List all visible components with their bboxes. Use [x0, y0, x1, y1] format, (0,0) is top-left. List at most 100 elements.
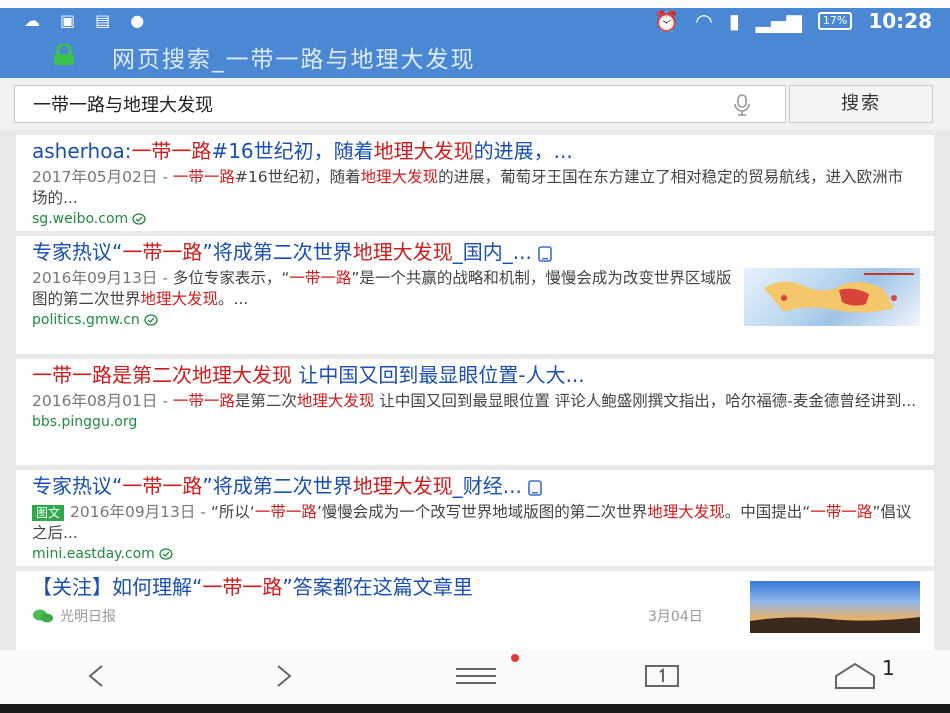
status-bar: ☁ ▣ ▤ ● ⏰ ◠ ▮ ▂▄▆ 17% 10:28	[0, 8, 950, 34]
wifi-icon: ◠	[695, 9, 713, 33]
message-icon: ▣	[60, 11, 76, 30]
result-item[interactable]: 专家热议“一带一路”将成第二次世界地理大发现_国内_... 2016年09月13…	[16, 236, 934, 354]
source-name: 光明日报	[60, 609, 116, 625]
text-segment: 。中国提出“	[724, 503, 811, 521]
highlighted-keyword: 地理大发现	[352, 240, 453, 264]
highlighted-keyword: 地理大发现	[296, 392, 375, 410]
text-segment: ”将成第二次世界	[202, 474, 353, 498]
result-url: mini.eastday.com	[32, 546, 918, 562]
lock-icon	[54, 44, 74, 65]
result-title[interactable]: 专家热议“一带一路”将成第二次世界地理大发现_财经...	[32, 474, 918, 499]
result-url-text: bbs.pinggu.org	[32, 414, 138, 430]
page-title: 网页搜索_一带一路与地理大发现	[112, 47, 476, 73]
highlighted-keyword: 一带一路	[289, 269, 352, 287]
text-segment: 专家热议“	[32, 474, 123, 498]
result-url-text: sg.weibo.com	[32, 211, 129, 227]
result-item[interactable]: asherhoa:一带一路#16世纪初，随着地理大发现的进展，... 2017年…	[16, 135, 934, 231]
text-segment: 让中国又回到最显眼位置-人大...	[292, 363, 585, 387]
menu-icon[interactable]	[452, 660, 500, 692]
alarm-icon: ⏰	[654, 9, 680, 33]
text-segment: 的进展，...	[473, 139, 573, 163]
result-item[interactable]: 专家热议“一带一路”将成第二次世界地理大发现_财经... 图文 2016年09月1…	[16, 470, 934, 566]
result-title[interactable]: 专家热议“一带一路”将成第二次世界地理大发现_国内_...	[32, 240, 918, 265]
result-date: 2017年05月02日 -	[32, 168, 173, 186]
sim-icon: ▮	[728, 9, 740, 33]
result-date: 2016年09月13日 -	[70, 503, 211, 521]
results-list: asherhoa:一带一路#16世纪初，随着地理大发现的进展，... 2017年…	[0, 130, 950, 650]
highlighted-keyword: 一带一路	[810, 503, 873, 521]
result-title[interactable]: asherhoa:一带一路#16世纪初，随着地理大发现的进展，...	[32, 139, 918, 164]
result-snippet: 图文 2016年09月13日 - “所以‘一带一路’慢慢会成为一个改写世界地域版图…	[32, 502, 918, 544]
result-date: 3月04日	[648, 609, 703, 625]
result-date: 2016年09月13日 -	[32, 269, 173, 287]
title-bar: 网页搜索_一带一路与地理大发现	[0, 34, 950, 78]
image-text-badge: 图文	[32, 505, 65, 521]
verified-shield-icon	[144, 314, 158, 326]
sunset-image	[750, 617, 920, 633]
microphone-icon[interactable]	[733, 94, 751, 116]
search-input[interactable]	[31, 92, 715, 115]
result-title[interactable]: 【关注】如何理解“一带一路”答案都在这篇文章里	[32, 575, 732, 600]
result-item[interactable]: 一带一路是第二次地理大发现 让中国又回到最显眼位置-人大... 2016年08月…	[16, 359, 934, 465]
image-icon: ▤	[95, 11, 111, 30]
highlighted-keyword: 地理大发现	[192, 363, 292, 387]
result-title[interactable]: 一带一路是第二次地理大发现 让中国又回到最显眼位置-人大...	[32, 363, 918, 388]
highlighted-keyword: 地理大发现	[140, 290, 219, 308]
result-title-text: 专家热议“一带一路”将成第二次世界地理大发现_财经...	[32, 474, 522, 498]
cloud-icon: ☁	[24, 11, 40, 30]
text-segment: _财经...	[452, 474, 522, 498]
bottom-navigation	[0, 650, 950, 704]
highlighted-keyword: 一带一路	[131, 139, 212, 163]
result-snippet-text: 一带一路是第二次地理大发现 让中国又回到最显眼位置 评论人鲍盛刚撰文指出，哈尔福…	[173, 392, 916, 410]
text-segment: 。...	[218, 290, 249, 308]
text-segment: 让中国又回到最显眼位置 评论人鲍盛刚撰文指出，哈尔福德-麦金德曾经讲到...	[374, 392, 917, 410]
highlighted-keyword: 地理大发现	[360, 168, 439, 186]
verified-shield-icon	[159, 548, 173, 560]
notification-icons: ☁ ▣ ▤ ●	[24, 11, 144, 30]
result-url-text: politics.gmw.cn	[32, 312, 140, 328]
result-url-text: mini.eastday.com	[32, 546, 155, 562]
highlighted-keyword: 地理大发现	[647, 503, 725, 521]
wechat-icon	[33, 609, 53, 623]
result-url: sg.weibo.com	[32, 211, 918, 227]
result-date: 2016年08月01日 -	[32, 392, 173, 410]
text-segment: 专家热议“	[32, 240, 123, 264]
search-button[interactable]: 搜索	[789, 85, 933, 123]
highlighted-keyword: 地理大发现	[373, 139, 474, 163]
status-icons: ⏰ ◠ ▮ ▂▄▆ 17% 10:28	[654, 9, 932, 33]
search-box[interactable]	[14, 85, 786, 123]
bottom-edge	[0, 704, 950, 713]
notification-dot	[511, 654, 519, 662]
forward-icon[interactable]	[262, 660, 302, 692]
highlighted-keyword: 一带一路	[172, 168, 235, 186]
text-segment: 【关注】如何理解“	[32, 575, 203, 599]
mobile-page-icon	[538, 245, 552, 262]
clock: 10:28	[868, 9, 932, 33]
highlighted-keyword: 地理大发现	[352, 474, 453, 498]
highlighted-keyword: 一带一路	[172, 392, 235, 410]
result-snippet: 2016年09月13日 - 多位专家表示，“一带一路”是一个共赢的战略和机制，慢…	[32, 268, 732, 310]
highlighted-keyword: 一带一路	[32, 363, 112, 387]
back-icon[interactable]	[78, 660, 118, 692]
text-segment: ”答案都在这篇文章里	[282, 575, 473, 599]
text-segment: 多位专家表示，“	[172, 269, 290, 287]
home-icon[interactable]	[832, 660, 878, 692]
screenshot-frame: ☁ ▣ ▤ ● ⏰ ◠ ▮ ▂▄▆ 17% 10:28 网页搜索_一带一路与地理…	[0, 0, 950, 713]
tabs-icon[interactable]	[642, 660, 682, 692]
result-item[interactable]: 【关注】如何理解“一带一路”答案都在这篇文章里 光明日报 3月04日	[16, 571, 934, 650]
verified-shield-icon	[132, 213, 146, 225]
highlighted-keyword: 一带一路	[254, 503, 317, 521]
article-thumbnail[interactable]	[750, 581, 920, 633]
slide-number: 1	[882, 656, 895, 680]
text-segment: _国内_...	[452, 240, 532, 264]
mobile-page-icon	[528, 479, 542, 496]
highlighted-keyword: 一带一路	[122, 240, 203, 264]
text-segment: 是第二次	[234, 392, 297, 410]
highlighted-keyword: 是第二次	[112, 363, 192, 387]
text-segment: ”将成第二次世界	[202, 240, 353, 264]
world-map-thumbnail[interactable]	[744, 268, 920, 326]
text-segment: #16世纪初，随着	[234, 168, 361, 186]
search-bar: 搜索	[0, 78, 950, 130]
text-segment: #16世纪初，随着	[211, 139, 374, 163]
result-title-text: 专家热议“一带一路”将成第二次世界地理大发现_国内_...	[32, 240, 532, 264]
